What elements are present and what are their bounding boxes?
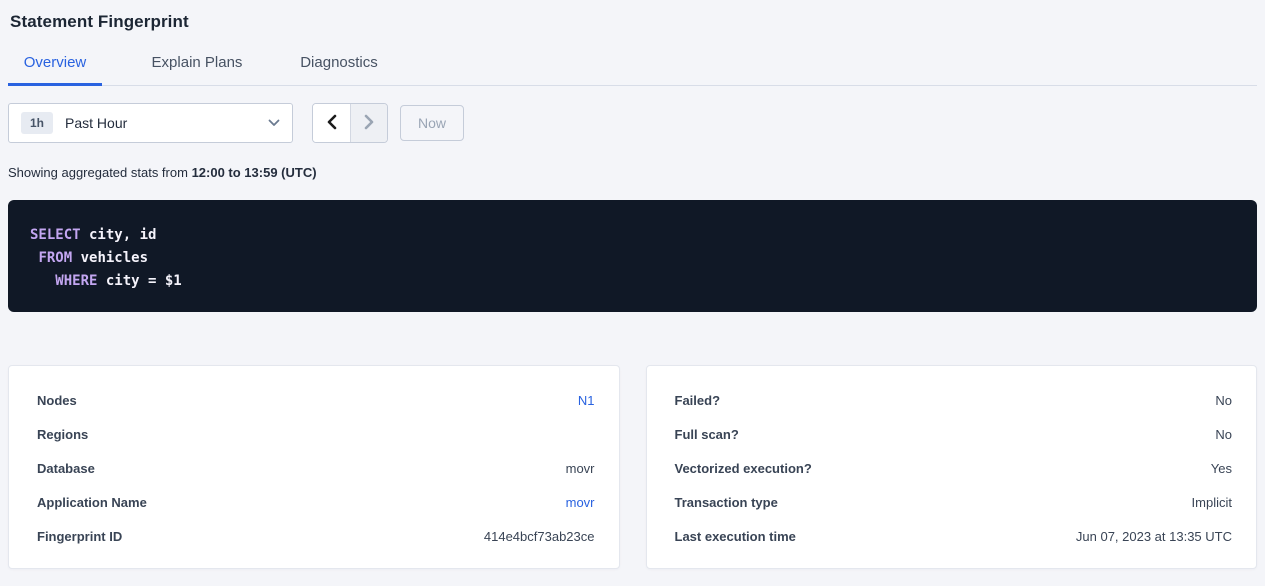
sql-line: FROM vehicles xyxy=(30,247,1235,270)
card-row-regions: Regions xyxy=(37,417,595,451)
tab-overview[interactable]: Overview xyxy=(8,44,102,86)
row-label: Failed? xyxy=(675,393,721,408)
row-value: movr xyxy=(566,461,595,476)
chevron-down-icon xyxy=(268,119,280,127)
interval-step-buttons xyxy=(312,103,388,143)
card-row-last-execution-time: Last execution time Jun 07, 2023 at 13:3… xyxy=(675,519,1233,553)
row-label: Regions xyxy=(37,427,88,442)
statement-details-card: Nodes N1 Regions Database movr Applicati… xyxy=(8,365,620,569)
aggregated-stats-summary: Showing aggregated stats from 12:00 to 1… xyxy=(8,165,1257,180)
row-label: Fingerprint ID xyxy=(37,529,122,544)
stats-time-range: 12:00 to 13:59 (UTC) xyxy=(192,165,317,180)
summary-cards: Nodes N1 Regions Database movr Applicati… xyxy=(8,365,1257,569)
sql-line: SELECT city, id xyxy=(30,224,1235,247)
page-title: Statement Fingerprint xyxy=(10,12,1257,32)
next-interval-button[interactable] xyxy=(350,104,387,142)
time-toolbar: 1h Past Hour Now xyxy=(8,103,1257,143)
card-row-vectorized-execution: Vectorized execution? Yes xyxy=(675,451,1233,485)
row-value: Implicit xyxy=(1192,495,1232,510)
card-row-nodes: Nodes N1 xyxy=(37,383,595,417)
stats-prefix: Showing aggregated stats from xyxy=(8,165,192,180)
sql-keyword: WHERE xyxy=(55,273,97,289)
interval-label: Past Hour xyxy=(65,115,127,131)
row-label: Nodes xyxy=(37,393,77,408)
row-label: Vectorized execution? xyxy=(675,461,812,476)
tab-diagnostics[interactable]: Diagnostics xyxy=(292,44,386,86)
row-label: Full scan? xyxy=(675,427,739,442)
card-row-fingerprint-id: Fingerprint ID 414e4bcf73ab23ce xyxy=(37,519,595,553)
now-button[interactable]: Now xyxy=(400,105,464,141)
execution-attributes-card: Failed? No Full scan? No Vectorized exec… xyxy=(646,365,1258,569)
row-value: Jun 07, 2023 at 13:35 UTC xyxy=(1076,529,1232,544)
sql-text: city, id xyxy=(81,227,157,243)
sql-keyword: FROM xyxy=(38,250,72,266)
sql-keyword: SELECT xyxy=(30,227,81,243)
statement-fingerprint-page: Statement Fingerprint Overview Explain P… xyxy=(0,12,1265,569)
sql-indent xyxy=(30,273,55,289)
row-value: No xyxy=(1215,427,1232,442)
sql-text: city = $1 xyxy=(97,273,181,289)
sql-statement-box: SELECT city, id FROM vehicles WHERE city… xyxy=(8,200,1257,312)
tab-explain-plans[interactable]: Explain Plans xyxy=(150,44,244,86)
prev-interval-button[interactable] xyxy=(313,104,350,142)
row-label: Database xyxy=(37,461,95,476)
row-value: No xyxy=(1215,393,1232,408)
nodes-link[interactable]: N1 xyxy=(578,393,595,408)
card-row-full-scan: Full scan? No xyxy=(675,417,1233,451)
card-row-database: Database movr xyxy=(37,451,595,485)
sql-text: vehicles xyxy=(72,250,148,266)
time-interval-dropdown[interactable]: 1h Past Hour xyxy=(8,103,293,143)
row-value: Yes xyxy=(1211,461,1232,476)
card-row-transaction-type: Transaction type Implicit xyxy=(675,485,1233,519)
tab-bar: Overview Explain Plans Diagnostics xyxy=(8,44,1257,86)
row-label: Last execution time xyxy=(675,529,796,544)
sql-line: WHERE city = $1 xyxy=(30,270,1235,293)
arrow-left-icon xyxy=(326,114,337,133)
row-value: 414e4bcf73ab23ce xyxy=(484,529,595,544)
row-label: Transaction type xyxy=(675,495,778,510)
arrow-right-icon xyxy=(364,114,375,133)
application-name-link[interactable]: movr xyxy=(566,495,595,510)
card-row-failed: Failed? No xyxy=(675,383,1233,417)
interval-badge: 1h xyxy=(21,112,53,134)
row-label: Application Name xyxy=(37,495,147,510)
card-row-application-name: Application Name movr xyxy=(37,485,595,519)
